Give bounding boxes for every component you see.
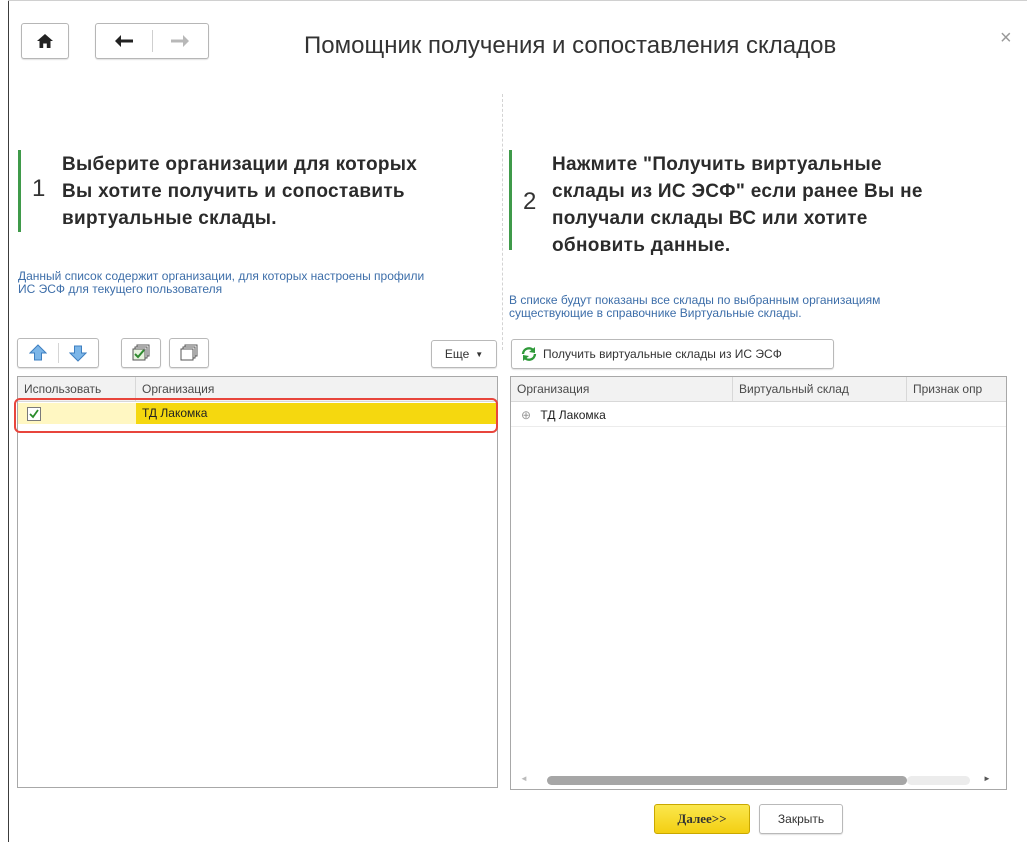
arrow-right-icon bbox=[171, 35, 189, 47]
move-up-down-group bbox=[17, 338, 99, 368]
fetch-label: Получить виртуальные склады из ИС ЭСФ bbox=[543, 347, 782, 361]
column-header-flag[interactable]: Признак опр bbox=[907, 377, 1006, 401]
arrow-left-icon bbox=[115, 35, 133, 47]
back-button[interactable] bbox=[97, 24, 152, 58]
right-hint: В списке будут показаны все склады по вы… bbox=[509, 293, 881, 320]
fetch-warehouses-button[interactable]: Получить виртуальные склады из ИС ЭСФ bbox=[511, 339, 834, 369]
callout-highlight bbox=[14, 398, 498, 433]
organization-cell: ⊕ ТД Лакомка bbox=[511, 405, 811, 426]
expand-icon[interactable]: ⊕ bbox=[521, 408, 531, 422]
organizations-table: Использовать Организация ТД Лакомка bbox=[17, 376, 498, 788]
column-divider bbox=[502, 94, 503, 350]
window-title: Помощник получения и сопоставления склад… bbox=[304, 32, 837, 59]
check-all-button[interactable] bbox=[121, 338, 161, 368]
chevron-down-icon: ▼ bbox=[475, 349, 484, 359]
column-header-virtual-warehouse[interactable]: Виртуальный склад bbox=[733, 377, 907, 401]
close-icon[interactable]: × bbox=[1000, 28, 1012, 48]
column-header-organization[interactable]: Организация bbox=[511, 377, 733, 401]
scroll-right-icon[interactable]: ► bbox=[983, 774, 991, 783]
scroll-left-icon[interactable]: ◄ bbox=[520, 774, 528, 783]
step-accent-bar bbox=[18, 150, 21, 232]
more-button[interactable]: Еще ▼ bbox=[431, 340, 497, 368]
home-icon bbox=[37, 34, 53, 48]
scrollbar-track-rest bbox=[907, 776, 970, 785]
check-all-icon bbox=[132, 344, 150, 361]
refresh-icon bbox=[521, 347, 537, 361]
uncheck-all-icon bbox=[180, 344, 198, 361]
step-number: 2 bbox=[523, 188, 537, 215]
step-text: Выберите организации для которых Вы хоти… bbox=[62, 154, 418, 229]
history-nav bbox=[95, 23, 209, 59]
step-2-instruction: 2 Нажмите "Получить виртуальные склады и… bbox=[509, 150, 1019, 258]
move-up-button[interactable] bbox=[18, 339, 58, 367]
left-hint: Данный список содержит организации, для … bbox=[18, 269, 425, 296]
next-button[interactable]: Далее>> bbox=[654, 804, 750, 834]
home-button[interactable] bbox=[21, 23, 69, 59]
window-border bbox=[8, 0, 9, 842]
step-accent-bar bbox=[509, 150, 512, 250]
warehouses-table: Организация Виртуальный склад Признак оп… bbox=[510, 376, 1007, 790]
uncheck-all-button[interactable] bbox=[169, 338, 209, 368]
organization-name: ТД Лакомка bbox=[540, 408, 606, 422]
scrollbar-thumb[interactable] bbox=[547, 776, 907, 785]
table-header: Организация Виртуальный склад Признак оп… bbox=[511, 377, 1006, 402]
step-text: Нажмите "Получить виртуальные склады из … bbox=[552, 154, 923, 256]
arrow-down-icon bbox=[69, 345, 88, 362]
close-button[interactable]: Закрыть bbox=[759, 804, 843, 834]
arrow-up-icon bbox=[28, 344, 47, 361]
step-number: 1 bbox=[32, 175, 46, 202]
more-label: Еще bbox=[444, 347, 470, 361]
forward-button[interactable] bbox=[153, 24, 208, 58]
window-top-border bbox=[8, 0, 1027, 1]
move-down-button[interactable] bbox=[58, 339, 98, 367]
step-1-instruction: 1 Выберите организации для которых Вы хо… bbox=[18, 150, 498, 232]
table-row[interactable]: ⊕ ТД Лакомка bbox=[511, 405, 1006, 427]
